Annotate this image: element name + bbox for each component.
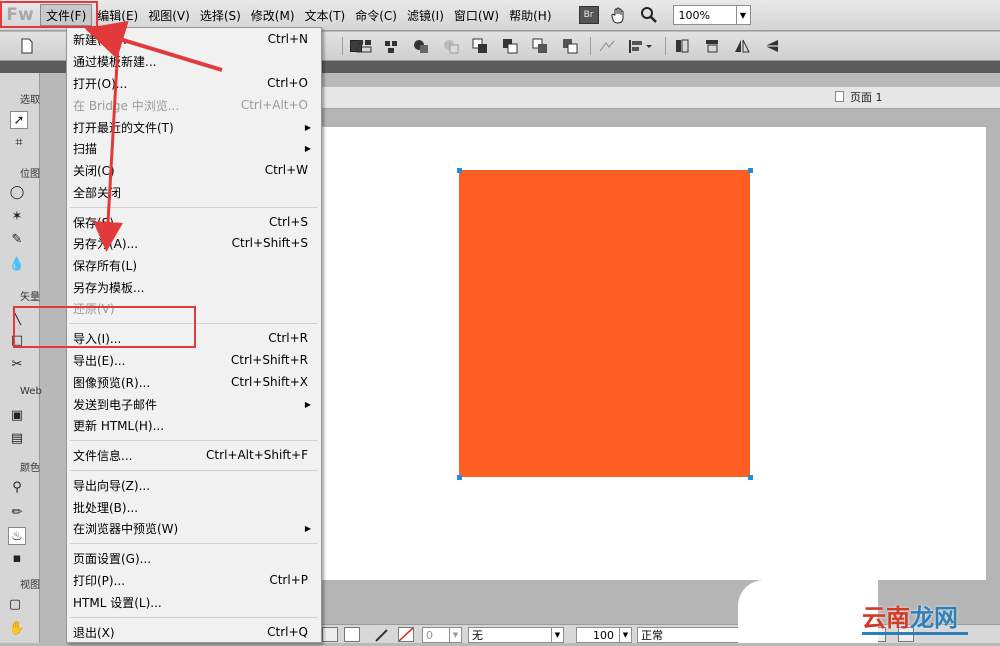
page-curl [738, 580, 878, 643]
annotation-arrows [84, 20, 223, 252]
watermark: 云南龙网 [862, 604, 958, 632]
watermark-underline [862, 632, 968, 635]
